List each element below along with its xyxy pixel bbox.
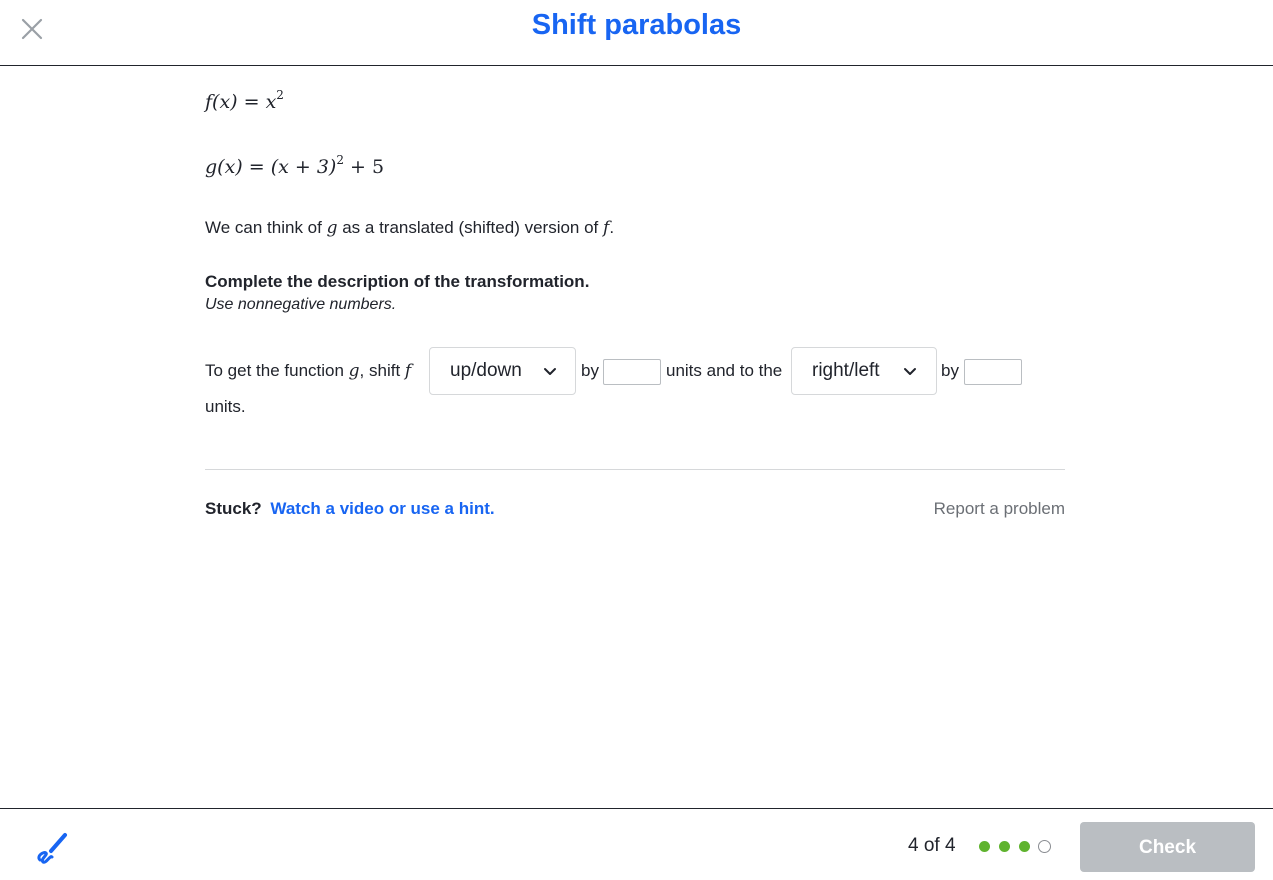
- report-problem-link[interactable]: Report a problem: [934, 499, 1065, 519]
- check-button[interactable]: Check: [1080, 822, 1255, 872]
- function-f-definition: f(x) = x2: [205, 88, 284, 113]
- variable-g: g: [326, 218, 338, 238]
- chevron-down-icon: [904, 368, 916, 375]
- f-exponent: 2: [276, 88, 284, 102]
- function-g-definition: g(x) = (x + 3)2 + 5: [205, 153, 385, 178]
- hint-link[interactable]: Watch a video or use a hint.: [270, 499, 494, 518]
- variable-f: f: [404, 361, 412, 381]
- divider: [205, 469, 1065, 470]
- progress-dot-complete: [1019, 841, 1030, 852]
- units-suffix: units.: [205, 397, 246, 416]
- chevron-down-icon: [544, 368, 556, 375]
- g-equation-text: g(x) = (x + 3): [205, 156, 337, 178]
- help-row: Stuck? Watch a video or use a hint.: [205, 499, 495, 519]
- stuck-label: Stuck?: [205, 499, 262, 518]
- vertical-shift-input[interactable]: [603, 359, 661, 385]
- top-bar: Shift parabolas: [0, 0, 1273, 66]
- statement-text: We can think of: [205, 218, 327, 237]
- question-prefix-text: To get the function: [205, 361, 349, 380]
- by-label-1: by: [581, 361, 599, 380]
- horizontal-direction-dropdown[interactable]: right/left: [791, 347, 937, 395]
- g-equation-rest: + 5: [343, 156, 385, 178]
- question-prefix: To get the function g, shift f: [205, 361, 411, 381]
- progress-dot-complete: [979, 841, 990, 852]
- dropdown-selected-value: right/left: [812, 360, 880, 381]
- problem-statement: We can think of g as a translated (shift…: [205, 218, 614, 238]
- progress-dot-current: [1038, 840, 1051, 853]
- scratchpad-button[interactable]: [34, 831, 70, 865]
- f-equation-text: f(x) = x: [205, 91, 277, 113]
- question-comma-text: , shift: [359, 361, 405, 380]
- middle-text: units and to the: [666, 361, 783, 380]
- vertical-direction-dropdown[interactable]: up/down: [429, 347, 576, 395]
- pencil-icon: [37, 833, 67, 864]
- instruction: Complete the description of the transfor…: [205, 272, 590, 291]
- instruction-note: Use nonnegative numbers.: [205, 296, 397, 313]
- statement-end: .: [609, 218, 615, 237]
- page-title: Shift parabolas: [531, 9, 742, 41]
- progress-dot-complete: [999, 841, 1010, 852]
- statement-text-mid: as a translated (shifted) version of: [337, 218, 604, 237]
- progress-counter: 4 of 4: [908, 835, 956, 856]
- bottom-bar: 4 of 4 Check: [0, 808, 1273, 880]
- dropdown-selected-value: up/down: [450, 360, 522, 381]
- horizontal-shift-input[interactable]: [964, 359, 1022, 385]
- g-exponent: 2: [336, 153, 344, 167]
- variable-g: g: [348, 361, 360, 381]
- by-label-2: by: [941, 361, 959, 380]
